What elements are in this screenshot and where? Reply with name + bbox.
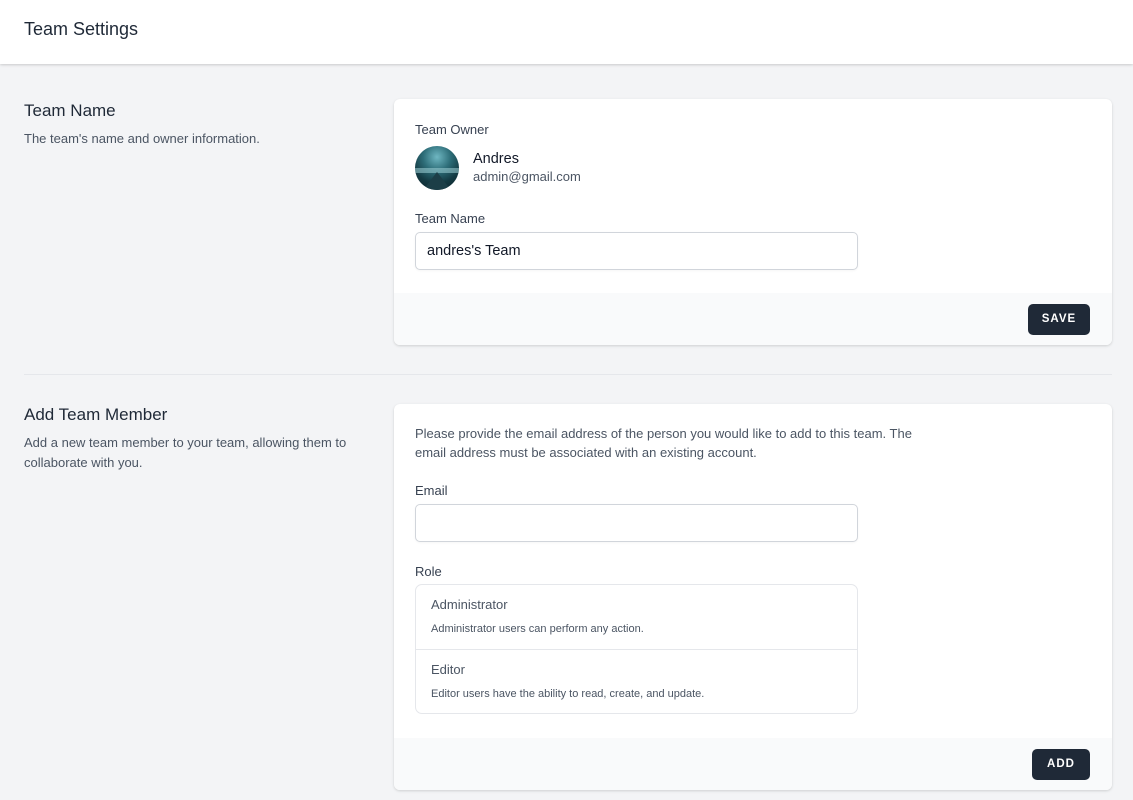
role-name: Editor: [431, 662, 465, 677]
owner-avatar: [415, 146, 459, 190]
team-owner: Andres admin@gmail.com: [415, 146, 1091, 190]
add-member-section-description: Add a new team member to your team, allo…: [24, 435, 347, 470]
save-button[interactable]: SAVE: [1028, 303, 1090, 335]
team-name-section-description: The team's name and owner information.: [24, 131, 260, 146]
add-member-section-title: Add Team Member: [24, 405, 168, 424]
team-name-card: Team Owner Andres admin@gmail.com Team N…: [394, 99, 1112, 345]
add-member-section-info: Add Team Member Add a new team member to…: [24, 405, 364, 473]
add-button[interactable]: ADD: [1032, 748, 1090, 780]
add-member-card: Please provide the email address of the …: [394, 404, 1112, 790]
role-description: Editor users have the ability to read, c…: [431, 688, 705, 700]
section-divider: [24, 374, 1112, 375]
role-option-administrator[interactable]: Administrator Administrator users can pe…: [416, 585, 857, 649]
role-option-editor[interactable]: Editor Editor users have the ability to …: [416, 649, 857, 713]
owner-name: Andres: [473, 151, 519, 167]
team-name-label: Team Name: [415, 211, 486, 226]
owner-email: admin@gmail.com: [473, 169, 581, 184]
team-name-card-footer: SAVE: [394, 293, 1112, 345]
add-member-intro: Please provide the email address of the …: [415, 426, 912, 460]
team-name-section-info: Team Name The team's name and owner info…: [24, 101, 364, 149]
email-input[interactable]: [415, 504, 858, 542]
team-owner-label: Team Owner: [415, 122, 489, 137]
role-description: Administrator users can perform any acti…: [431, 623, 644, 635]
role-name: Administrator: [431, 597, 508, 612]
team-name-input[interactable]: [415, 232, 858, 270]
add-member-card-footer: ADD: [394, 738, 1112, 790]
role-label: Role: [415, 564, 442, 579]
page-title: Team Settings: [24, 19, 139, 39]
page-header: Team Settings: [0, 0, 1133, 64]
team-name-section-title: Team Name: [24, 101, 116, 120]
role-list: Administrator Administrator users can pe…: [415, 584, 858, 714]
email-label: Email: [415, 483, 448, 498]
